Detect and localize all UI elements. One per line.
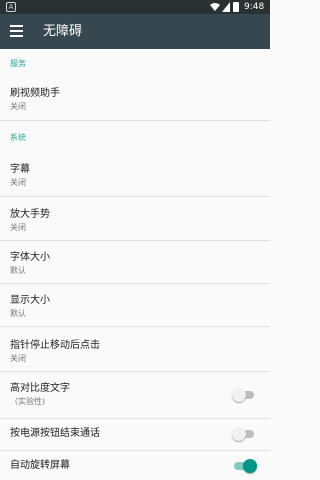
pref-summary: 默认 — [10, 266, 26, 275]
pref-title: 指针停止移动后点击 — [10, 340, 100, 351]
section-header-system: 系统 — [10, 133, 26, 142]
pref-item-font-size[interactable]: 字体大小 默认 — [0, 241, 270, 283]
high-contrast-text-switch[interactable] — [232, 388, 256, 402]
page-title: 无障碍 — [43, 24, 83, 39]
hamburger-menu-icon[interactable] — [10, 25, 23, 37]
pref-title: 刷视频助手 — [10, 88, 60, 99]
pref-title: 高对比度文字 — [10, 383, 70, 394]
signal-icon — [222, 2, 230, 12]
pref-item-high-contrast-text[interactable]: 高对比度文字 （实验性) — [0, 372, 270, 417]
pref-title: 字体大小 — [10, 252, 50, 263]
pref-summary: （实验性) — [10, 397, 46, 406]
pref-item-dwell-click[interactable]: 指针停止移动后点击 关闭 — [0, 327, 270, 370]
wifi-icon — [210, 3, 220, 11]
power-button-ends-call-switch[interactable] — [232, 427, 256, 441]
section-divider — [0, 120, 270, 121]
pref-summary: 关闭 — [10, 354, 26, 363]
battery-icon — [233, 2, 239, 12]
auto-rotate-switch[interactable] — [232, 459, 257, 473]
pref-summary: 关闭 — [10, 223, 26, 232]
pref-item-display-size[interactable]: 显示大小 默认 — [0, 284, 270, 326]
pref-title: 自动旋转屏幕 — [10, 460, 70, 471]
pref-summary: 关闭 — [10, 102, 26, 111]
status-bar: A 9:48 — [0, 0, 270, 14]
pref-title: 按电源按钮结束通话 — [10, 428, 100, 439]
pref-item-auto-rotate[interactable]: 自动旋转屏幕 — [0, 451, 270, 480]
pref-summary: 默认 — [10, 309, 26, 318]
pref-item-captions[interactable]: 字幕 关闭 — [0, 154, 270, 194]
pref-title: 字幕 — [10, 164, 30, 175]
pref-title: 显示大小 — [10, 295, 50, 306]
pref-title: 放大手势 — [10, 209, 50, 220]
pref-summary: 关闭 — [10, 178, 26, 187]
pref-item-power-button-ends-call[interactable]: 按电源按钮结束通话 — [0, 419, 270, 449]
pref-item-magnification-gesture[interactable]: 放大手势 关闭 — [0, 197, 270, 239]
section-header-services: 服务 — [10, 59, 26, 68]
status-time: 9:48 — [244, 2, 265, 12]
toolbar: 无障碍 — [0, 14, 270, 49]
pref-item-video-assistant[interactable]: 刷视频助手 关闭 — [0, 78, 270, 118]
notification-icon: A — [6, 2, 16, 12]
